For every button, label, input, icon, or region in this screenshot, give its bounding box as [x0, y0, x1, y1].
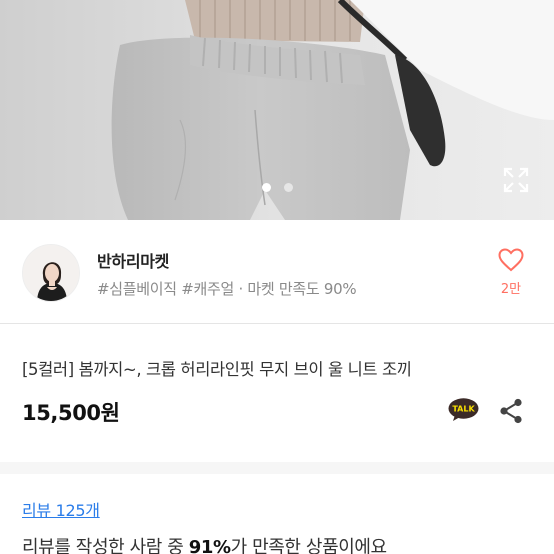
carousel-dot[interactable]: [283, 183, 293, 192]
carousel-dot-active[interactable]: [261, 183, 271, 192]
like-count: 2만: [500, 282, 522, 297]
review-satisfaction-percent: 91%: [188, 537, 231, 554]
product-price: 15,500원: [22, 401, 120, 425]
review-summary: 리뷰를 작성한 사람 중 91%가 만족한 상품이에요: [22, 533, 387, 554]
seller-avatar[interactable]: [22, 244, 80, 302]
section-divider: [0, 323, 554, 324]
section-gap: [0, 462, 554, 474]
like-button[interactable]: 2만: [494, 244, 528, 304]
heart-outline-icon: [498, 248, 524, 272]
talk-bubble-icon: TALK: [448, 398, 479, 421]
share-icon: [500, 398, 522, 424]
carousel-indicator: [0, 183, 554, 192]
seller-name[interactable]: 반하리마켓: [97, 248, 169, 272]
kakao-talk-button[interactable]: TALK: [448, 398, 479, 422]
talk-label: TALK: [452, 405, 475, 414]
share-button[interactable]: [499, 398, 523, 424]
review-count-link[interactable]: 리뷰 125개: [22, 497, 100, 521]
product-title: [5컬러] 봄까지~, 크롭 허리라인핏 무지 브이 울 니트 조끼: [22, 360, 412, 379]
product-image-carousel[interactable]: [0, 0, 554, 220]
seller-info[interactable]: 반하리마켓 #심플베이직 #캐주얼 · 마켓 만족도 90% 2만: [0, 220, 554, 323]
review-summary-prefix: 리뷰를 작성한 사람 중: [22, 537, 189, 554]
expand-arrows-icon[interactable]: [503, 167, 529, 193]
review-summary-suffix: 가 만족한 상품이에요: [230, 537, 387, 554]
seller-tags: #심플베이직 #캐주얼 · 마켓 만족도 90%: [97, 280, 357, 298]
